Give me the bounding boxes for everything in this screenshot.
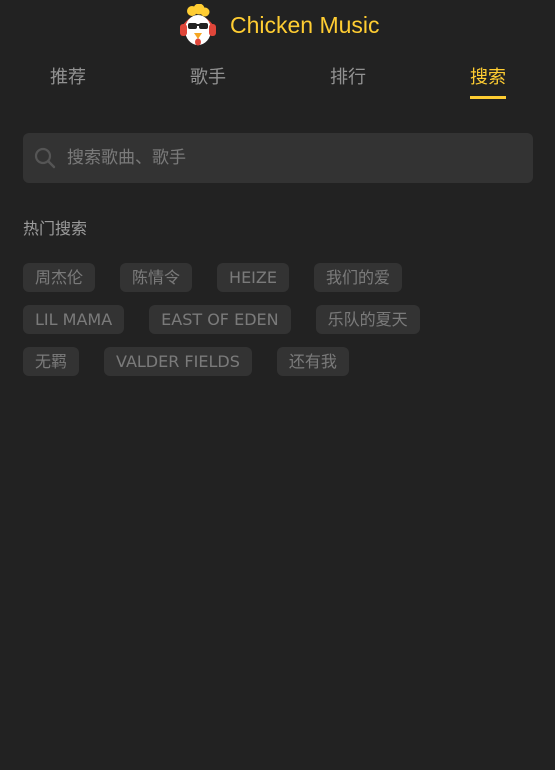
tab-singer[interactable]: 歌手 xyxy=(168,58,248,98)
hot-search-tag[interactable]: EAST OF EDEN xyxy=(149,305,291,334)
hot-search-tag[interactable]: 陈情令 xyxy=(120,263,193,292)
hot-search-tag[interactable]: VALDER FIELDS xyxy=(104,347,252,376)
tab-rank[interactable]: 排行 xyxy=(308,58,388,98)
tab-label: 推荐 xyxy=(50,67,86,88)
hot-search-tag[interactable]: 还有我 xyxy=(276,347,349,376)
hot-search-title: 热门搜索 xyxy=(23,219,88,238)
hot-search-tag[interactable]: 乐队的夏天 xyxy=(315,305,420,334)
app-root: Chicken Music 推荐 歌手 排行 搜索 热门搜索 周杰伦陈情令 HEI… xyxy=(0,0,555,770)
app-title: Chicken Music xyxy=(230,12,380,38)
tab-bar: 推荐 歌手 排行 搜索 xyxy=(0,58,555,102)
tab-label: 排行 xyxy=(330,67,366,88)
header: Chicken Music xyxy=(0,0,555,50)
hot-search-tag[interactable]: 无羁 xyxy=(23,347,80,376)
tab-label: 搜索 xyxy=(470,58,506,99)
search-icon xyxy=(34,147,56,169)
hot-search-tag[interactable]: 我们的爱 xyxy=(313,263,402,292)
hot-search-list: 周杰伦 陈情令 HEIZE 我们的爱 LIL MAMA EAST OF EDEN 乐队的夏… xyxy=(23,263,543,389)
tab-search[interactable]: 搜索 xyxy=(448,58,528,99)
tab-label: 歌手 xyxy=(190,67,226,88)
hot-search-tag[interactable]: 周杰伦 xyxy=(23,263,96,292)
search-box xyxy=(23,133,533,183)
chicken-logo-icon xyxy=(178,3,218,48)
search-input[interactable] xyxy=(67,133,517,183)
tab-recommend[interactable]: 推荐 xyxy=(28,58,108,98)
hot-search-tag[interactable]: LIL MAMA xyxy=(23,305,125,334)
hot-search-tag[interactable]: HEIZE xyxy=(217,263,289,292)
